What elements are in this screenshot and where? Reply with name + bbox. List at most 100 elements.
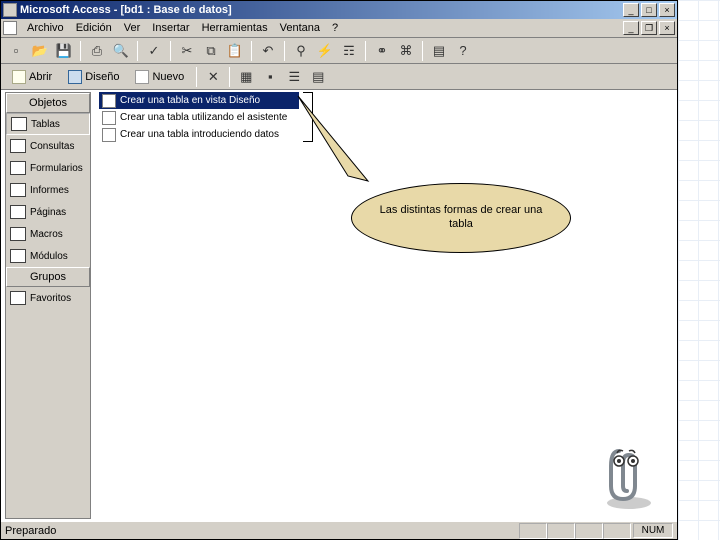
menu-archivo[interactable]: Archivo bbox=[21, 20, 70, 36]
sidebar-item-tablas[interactable]: Tablas bbox=[6, 113, 90, 135]
large-icons-icon[interactable]: ▦ bbox=[235, 66, 257, 88]
minimize-button[interactable]: _ bbox=[623, 3, 639, 17]
sidebar-item-label: Páginas bbox=[30, 207, 66, 218]
maximize-button[interactable]: □ bbox=[641, 3, 657, 17]
undo-icon[interactable]: ↶ bbox=[257, 40, 279, 62]
new-doc-icon[interactable]: ▫ bbox=[5, 40, 27, 62]
open-button[interactable]: Abrir bbox=[5, 66, 59, 88]
groups-header[interactable]: Grupos bbox=[6, 267, 90, 287]
status-cell bbox=[575, 523, 603, 539]
database-toolbar: Abrir Diseño Nuevo ✕ ▦ ▪ ☰ ▤ bbox=[1, 64, 677, 90]
new-button[interactable]: Nuevo bbox=[128, 66, 191, 88]
toolbar-separator bbox=[137, 41, 138, 61]
print-icon[interactable]: ⎙ bbox=[86, 40, 108, 62]
toolbar-separator bbox=[251, 41, 252, 61]
relations-icon[interactable]: ⚭ bbox=[371, 40, 393, 62]
toolbar-separator bbox=[365, 41, 366, 61]
sidebar-item-label: Favoritos bbox=[30, 293, 71, 304]
cut-icon[interactable]: ✂ bbox=[176, 40, 198, 62]
create-options-list: Crear una tabla en vista Diseño Crear un… bbox=[99, 92, 299, 143]
props-icon[interactable]: ☶ bbox=[338, 40, 360, 62]
preview-icon[interactable]: 🔍 bbox=[110, 40, 132, 62]
list-icon[interactable]: ☰ bbox=[283, 66, 305, 88]
menu-ver[interactable]: Ver bbox=[118, 20, 147, 36]
macro-icon bbox=[10, 227, 26, 241]
create-option-label: Crear una tabla en vista Diseño bbox=[120, 95, 260, 106]
sidebar-item-label: Informes bbox=[30, 185, 69, 196]
app-window: Microsoft Access - [bd1 : Base de datos]… bbox=[0, 0, 678, 540]
standard-toolbar: ▫ 📂 💾 ⎙ 🔍 ✓ ✂ ⧉ 📋 ↶ ⚲ ⚡ ☶ ⚭ ⌘ ▤ ? bbox=[1, 38, 677, 64]
sidebar-item-label: Módulos bbox=[30, 251, 68, 262]
toolbar-separator bbox=[422, 41, 423, 61]
help-icon[interactable]: ? bbox=[452, 40, 474, 62]
code-icon[interactable]: ⌘ bbox=[395, 40, 417, 62]
child-minimize-button[interactable]: _ bbox=[623, 21, 639, 35]
favorites-icon bbox=[10, 291, 26, 305]
toolbar-separator bbox=[170, 41, 171, 61]
sidebar-item-favoritos[interactable]: Favoritos bbox=[6, 287, 90, 309]
toolbar-separator bbox=[229, 67, 230, 87]
create-option-label: Crear una tabla utilizando el asistente bbox=[120, 112, 287, 123]
callout-tail bbox=[293, 91, 383, 201]
workspace: Objetos Tablas Consultas Formularios Inf… bbox=[1, 90, 677, 521]
create-table-wizard[interactable]: Crear una tabla utilizando el asistente bbox=[99, 109, 299, 126]
menu-insertar[interactable]: Insertar bbox=[146, 20, 195, 36]
wizard-icon bbox=[102, 111, 116, 125]
objects-panel: Objetos Tablas Consultas Formularios Inf… bbox=[5, 92, 91, 519]
status-cell bbox=[547, 523, 575, 539]
menu-ventana[interactable]: Ventana bbox=[274, 20, 326, 36]
delete-icon[interactable]: ✕ bbox=[202, 66, 224, 88]
sidebar-item-consultas[interactable]: Consultas bbox=[6, 135, 90, 157]
page-icon bbox=[10, 205, 26, 219]
copy-icon[interactable]: ⧉ bbox=[200, 40, 222, 62]
design-label: Diseño bbox=[85, 71, 119, 83]
design-button[interactable]: Diseño bbox=[61, 66, 126, 88]
query-icon bbox=[10, 139, 26, 153]
close-button[interactable]: × bbox=[659, 3, 675, 17]
table-icon bbox=[11, 117, 27, 131]
analyze-icon[interactable]: ⚡ bbox=[314, 40, 336, 62]
objects-header[interactable]: Objetos bbox=[6, 93, 90, 113]
status-numlock: NUM bbox=[633, 523, 673, 538]
sidebar-item-label: Macros bbox=[30, 229, 63, 240]
status-cell bbox=[519, 523, 547, 539]
create-table-by-data[interactable]: Crear una tabla introduciendo datos bbox=[99, 126, 299, 143]
wizard-icon bbox=[102, 94, 116, 108]
create-table-design-view[interactable]: Crear una tabla en vista Diseño bbox=[99, 92, 299, 109]
sidebar-item-modulos[interactable]: Módulos bbox=[6, 245, 90, 267]
access-app-icon bbox=[3, 3, 17, 17]
office-assistant-clippy[interactable] bbox=[599, 441, 659, 511]
paste-icon[interactable]: 📋 bbox=[224, 40, 246, 62]
child-restore-button[interactable]: ❐ bbox=[641, 21, 657, 35]
spell-icon[interactable]: ✓ bbox=[143, 40, 165, 62]
window-title: Microsoft Access - [bd1 : Base de datos] bbox=[20, 4, 623, 16]
child-close-button[interactable]: × bbox=[659, 21, 675, 35]
toolbar-separator bbox=[196, 67, 197, 87]
link-icon[interactable]: ⚲ bbox=[290, 40, 312, 62]
menu-edicion[interactable]: Edición bbox=[70, 20, 118, 36]
module-icon bbox=[10, 249, 26, 263]
menu-herramientas[interactable]: Herramientas bbox=[196, 20, 274, 36]
open-label: Abrir bbox=[29, 71, 52, 83]
details-icon[interactable]: ▤ bbox=[307, 66, 329, 88]
form-icon bbox=[10, 161, 26, 175]
small-icons-icon[interactable]: ▪ bbox=[259, 66, 281, 88]
design-icon bbox=[68, 70, 82, 84]
create-option-label: Crear una tabla introduciendo datos bbox=[120, 129, 279, 140]
titlebar: Microsoft Access - [bd1 : Base de datos]… bbox=[1, 1, 677, 19]
toolbar-separator bbox=[284, 41, 285, 61]
status-text: Preparado bbox=[5, 525, 519, 537]
database-window: Objetos Tablas Consultas Formularios Inf… bbox=[1, 90, 677, 521]
save-icon[interactable]: 💾 bbox=[53, 40, 75, 62]
sidebar-item-macros[interactable]: Macros bbox=[6, 223, 90, 245]
sidebar-item-label: Consultas bbox=[30, 141, 74, 152]
menu-help[interactable]: ? bbox=[326, 20, 344, 36]
sidebar-item-paginas[interactable]: Páginas bbox=[6, 201, 90, 223]
sidebar-item-formularios[interactable]: Formularios bbox=[6, 157, 90, 179]
window-icon[interactable]: ▤ bbox=[428, 40, 450, 62]
open-icon[interactable]: 📂 bbox=[29, 40, 51, 62]
toolbar-separator bbox=[80, 41, 81, 61]
new-label: Nuevo bbox=[152, 71, 184, 83]
page-grid-background bbox=[678, 0, 720, 540]
sidebar-item-informes[interactable]: Informes bbox=[6, 179, 90, 201]
